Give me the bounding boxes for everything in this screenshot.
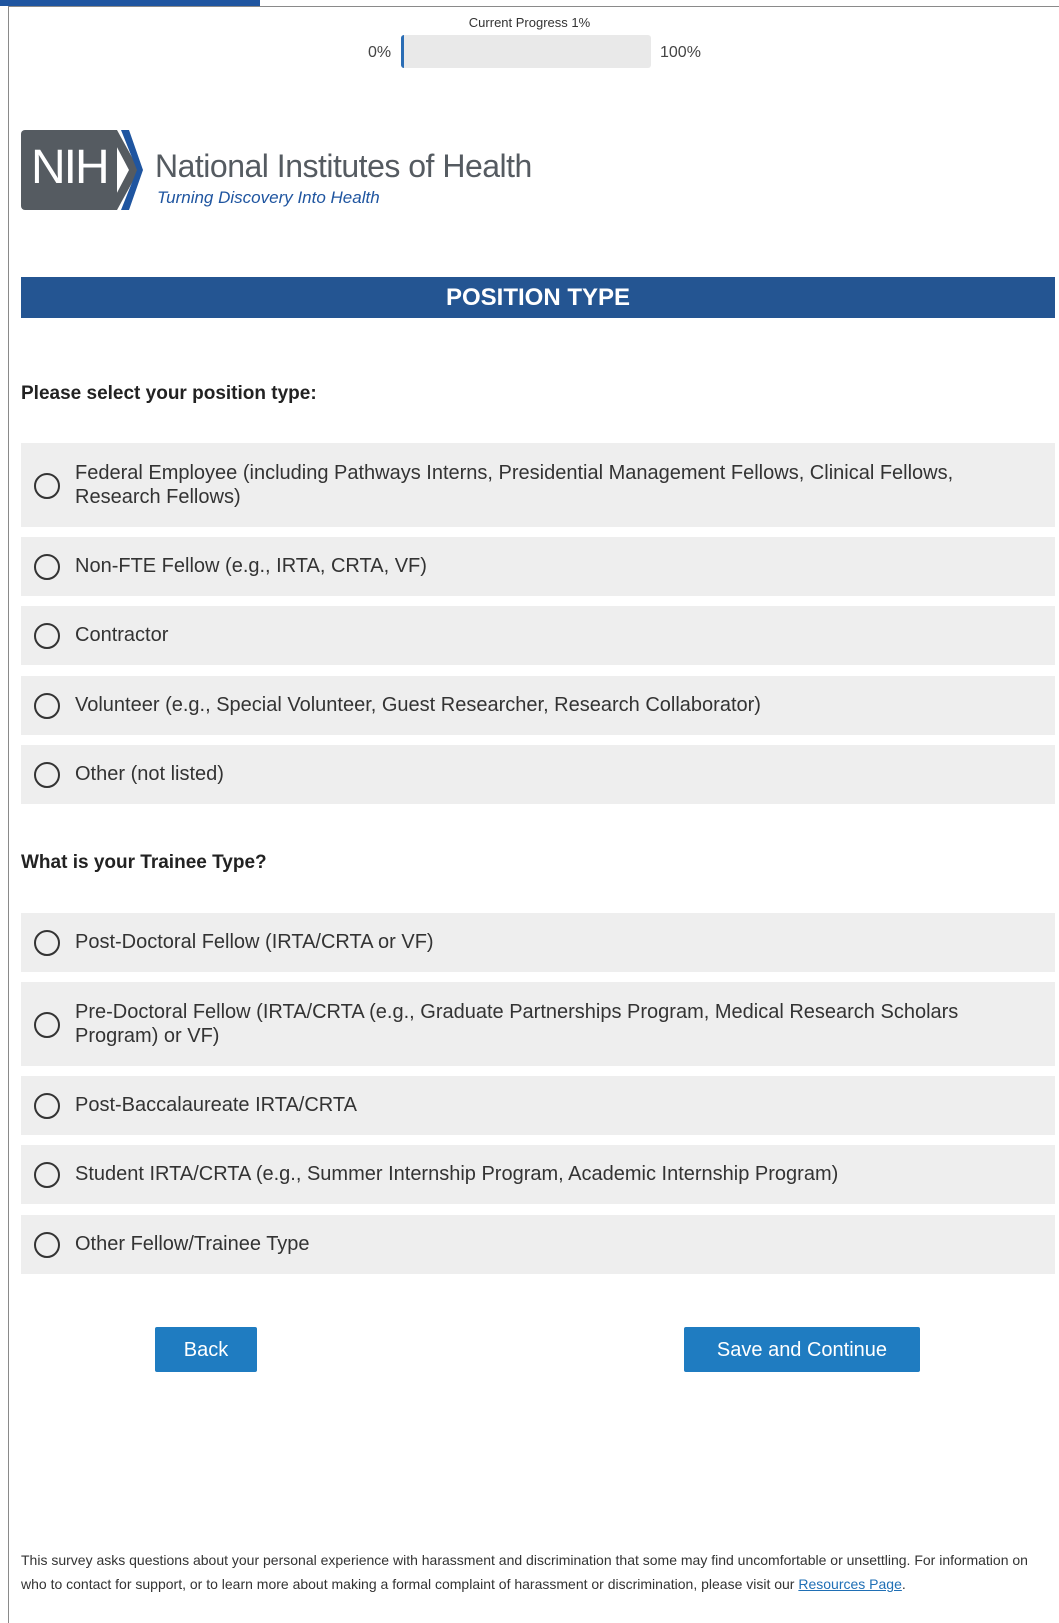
disclaimer: This survey asks questions about your pe…	[21, 1548, 1055, 1596]
option-label: Post-Baccalaureate IRTA/CRTA	[75, 1094, 357, 1116]
nih-logo-tagline: Turning Discovery Into Health	[157, 188, 380, 207]
progress-bar-fill	[401, 35, 404, 68]
option-other-fellow-trainee[interactable]: Other Fellow/Trainee Type	[21, 1215, 1055, 1274]
nih-logo: NIH National Institutes of Health Turnin…	[21, 130, 541, 215]
nih-logo-name: National Institutes of Health	[155, 148, 532, 184]
nih-logo-letters: NIH	[31, 141, 110, 194]
radio-button[interactable]	[34, 554, 60, 580]
section-header: POSITION TYPE	[21, 277, 1055, 318]
option-label: Non-FTE Fellow (e.g., IRTA, CRTA, VF)	[75, 555, 427, 577]
progress-label: Current Progress 1%	[468, 15, 591, 30]
option-federal-employee[interactable]: Federal Employee (including Pathways Int…	[21, 443, 1055, 527]
radio-button[interactable]	[34, 623, 60, 649]
radio-button[interactable]	[34, 1232, 60, 1258]
option-label: Other Fellow/Trainee Type	[75, 1233, 310, 1255]
option-post-baccalaureate[interactable]: Post-Baccalaureate IRTA/CRTA	[21, 1076, 1055, 1135]
radio-button[interactable]	[34, 693, 60, 719]
option-label: Contractor	[75, 624, 169, 646]
progress-end-label: 100%	[660, 44, 701, 61]
radio-button[interactable]	[34, 1012, 60, 1038]
option-volunteer[interactable]: Volunteer (e.g., Special Volunteer, Gues…	[21, 676, 1055, 735]
progress-bar	[401, 35, 651, 68]
option-label: Volunteer (e.g., Special Volunteer, Gues…	[75, 694, 761, 716]
option-label: Post-Doctoral Fellow (IRTA/CRTA or VF)	[75, 931, 434, 953]
option-other-not-listed[interactable]: Other (not listed)	[21, 745, 1055, 804]
survey-frame	[8, 6, 1059, 1623]
option-pre-doctoral-fellow[interactable]: Pre-Doctoral Fellow (IRTA/CRTA (e.g., Gr…	[21, 982, 1055, 1066]
progress-start-label: 0%	[368, 44, 392, 61]
option-contractor[interactable]: Contractor	[21, 606, 1055, 665]
back-button[interactable]: Back	[155, 1327, 257, 1372]
option-label: Student IRTA/CRTA (e.g., Summer Internsh…	[75, 1163, 839, 1185]
question-trainee-type: What is your Trainee Type?	[21, 852, 267, 873]
option-student-irta[interactable]: Student IRTA/CRTA (e.g., Summer Internsh…	[21, 1145, 1055, 1204]
disclaimer-end: .	[901, 1576, 906, 1592]
radio-button[interactable]	[34, 1093, 60, 1119]
option-post-doctoral-fellow[interactable]: Post-Doctoral Fellow (IRTA/CRTA or VF)	[21, 913, 1055, 972]
nih-logo-box: NIH	[21, 130, 117, 210]
save-and-continue-button[interactable]: Save and Continue	[684, 1327, 920, 1372]
question-position-type: Please select your position type:	[21, 383, 317, 404]
resources-page-link[interactable]: Resources Page	[798, 1576, 902, 1592]
nih-chevron-icon	[109, 130, 143, 210]
option-label: Other (not listed)	[75, 763, 224, 785]
option-non-fte-fellow[interactable]: Non-FTE Fellow (e.g., IRTA, CRTA, VF)	[21, 537, 1055, 596]
radio-button[interactable]	[34, 762, 60, 788]
option-label: Pre-Doctoral Fellow (IRTA/CRTA (e.g., Gr…	[75, 1001, 959, 1047]
radio-button[interactable]	[34, 930, 60, 956]
option-label: Federal Employee (including Pathways Int…	[75, 462, 954, 508]
radio-button[interactable]	[34, 473, 60, 499]
radio-button[interactable]	[34, 1162, 60, 1188]
